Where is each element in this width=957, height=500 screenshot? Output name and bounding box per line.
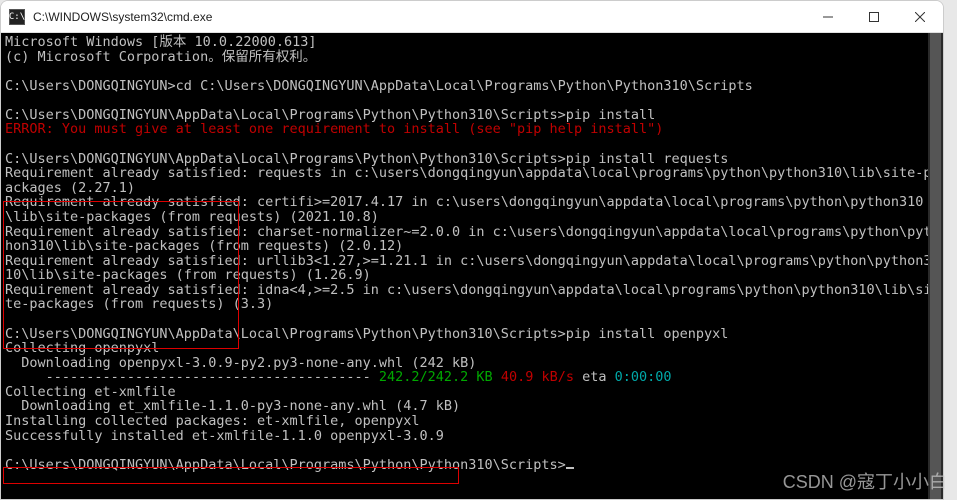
cmd-icon: C:\ (9, 9, 25, 25)
close-icon (915, 12, 925, 22)
maximize-button[interactable] (851, 1, 897, 32)
line: Requirement already satisfied: idna<4,>=… (5, 282, 932, 313)
line: Requirement already satisfied: charset-n… (5, 224, 932, 255)
progress-eta-label: eta (574, 369, 615, 385)
error-line: ERROR: You must give at least one requir… (5, 121, 663, 137)
scrollbar[interactable] (928, 33, 943, 499)
minimize-button[interactable] (805, 1, 851, 32)
line: Successfully installed et-xmlfile-1.1.0 … (5, 428, 444, 444)
terminal-output[interactable]: Microsoft Windows [版本 10.0.22000.613] (c… (1, 33, 943, 499)
cursor (566, 467, 574, 469)
window-controls (805, 1, 943, 32)
line: Requirement already satisfied: certifi>=… (5, 194, 923, 225)
scrollbar-thumb[interactable] (930, 33, 941, 499)
progress-bytes: 242.2/242.2 KB (379, 369, 493, 385)
line: (c) Microsoft Corporation。保留所有权利。 (5, 49, 316, 65)
line: Requirement already satisfied: urllib3<1… (5, 253, 932, 284)
progress-eta: 0:00:00 (615, 369, 672, 385)
line: Requirement already satisfied: requests … (5, 165, 932, 196)
prompt-line: C:\Users\DONGQINGYUN\AppData\Local\Progr… (5, 457, 566, 473)
minimize-icon (823, 12, 833, 22)
progress-rate: 40.9 kB/s (493, 369, 574, 385)
close-button[interactable] (897, 1, 943, 32)
titlebar[interactable]: C:\ C:\WINDOWS\system32\cmd.exe (1, 1, 943, 33)
line: C:\Users\DONGQINGYUN>cd C:\Users\DONGQIN… (5, 78, 753, 94)
window-title: C:\WINDOWS\system32\cmd.exe (33, 10, 805, 24)
maximize-icon (869, 12, 879, 22)
cmd-window: C:\ C:\WINDOWS\system32\cmd.exe Microsof… (0, 0, 944, 500)
